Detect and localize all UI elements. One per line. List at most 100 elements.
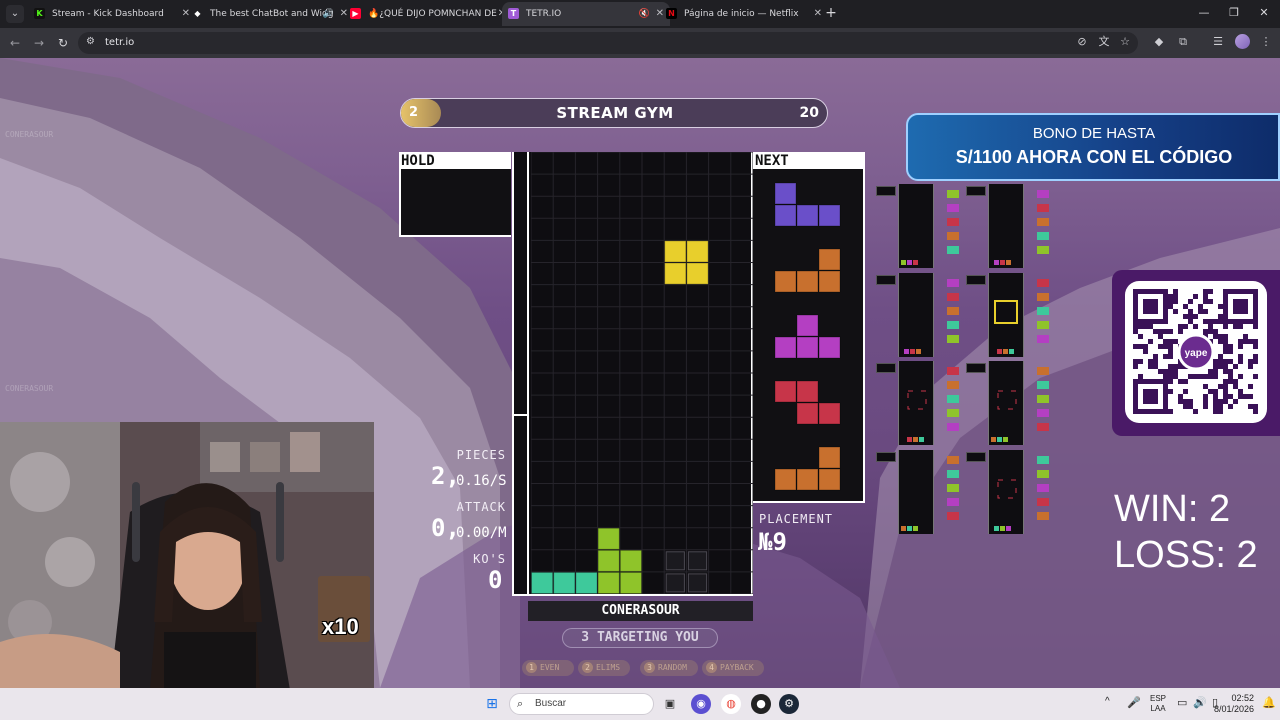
targeting-strategies: 1 EVEN 2 ELIMS 3 RANDOM 4 PAYBACK	[522, 660, 764, 676]
hold-box	[399, 169, 511, 237]
tab-netflix[interactable]: N Página de inicio — Netflix ✕	[660, 2, 828, 26]
chevron-up-icon[interactable]: ^	[1105, 696, 1110, 707]
notifications-bell-icon[interactable]: 🔔	[1262, 696, 1276, 709]
kos-label: KO'S	[473, 552, 506, 566]
yape-qr-code: yape	[1125, 281, 1267, 423]
tab-label: Página de inicio — Netflix	[684, 9, 799, 19]
bookmark-star-icon[interactable]: ☆	[1116, 33, 1134, 51]
stack-block	[575, 571, 598, 594]
playfield	[512, 152, 753, 596]
opponent-board[interactable]	[898, 450, 934, 534]
clock[interactable]: 02:52 8/01/2026	[1214, 693, 1254, 715]
stack-block	[619, 549, 643, 572]
opponent-next-queue	[944, 363, 964, 447]
tab-chatbot[interactable]: ◆ The best ChatBot and Widg 🔊 ✕	[186, 2, 354, 26]
discord-icon[interactable]: ◉	[691, 694, 711, 714]
obs-icon[interactable]: ●	[751, 694, 771, 714]
windows-start-icon[interactable]: ⊞	[482, 694, 502, 714]
search-icon: ⌕	[517, 697, 524, 710]
opponent-board[interactable]	[898, 273, 934, 357]
opponent-board[interactable]	[988, 273, 1024, 357]
close-window-icon[interactable]: ✕	[1254, 4, 1274, 22]
opponent-hold	[876, 363, 896, 373]
tab-kick-dashboard[interactable]: K Stream - Kick Dashboard ✕	[28, 2, 196, 26]
muted-speaker-icon[interactable]: 🔇	[639, 2, 650, 26]
steam-icon[interactable]: ⚙	[779, 694, 799, 714]
stack-block	[597, 549, 620, 572]
new-tab-icon[interactable]: +	[822, 4, 840, 22]
back-icon[interactable]: ←	[6, 34, 24, 52]
opponent-hold	[876, 186, 896, 196]
opponent-next-queue	[1034, 275, 1054, 359]
next-piece-t-block	[818, 336, 841, 359]
placement-value: №9	[758, 528, 787, 556]
strategy-elims-button[interactable]: 2 ELIMS	[578, 660, 630, 676]
kebab-menu-icon[interactable]: ⋮	[1257, 33, 1275, 51]
next-piece-l-block	[796, 468, 819, 491]
tab-label: The best ChatBot and Widg	[210, 9, 334, 19]
ghost-block	[665, 573, 685, 593]
next-pieces	[774, 182, 841, 491]
windows-taskbar: ⊞ ⌕ Buscar ▣ ◉ ◍ ● ⚙ ^ 🎤 ESP LAA ▭ 🔊 ▯ 02…	[0, 688, 1280, 720]
translate-icon[interactable]: 文	[1095, 33, 1113, 51]
emote-multiplier: x10	[322, 614, 359, 639]
next-piece-l-block	[818, 468, 841, 491]
attack-label: ATTACK	[456, 500, 506, 514]
opponent-board[interactable]	[898, 184, 934, 268]
opponent-hold	[966, 186, 986, 196]
tab-youtube[interactable]: ▶ 🔥¿QUÉ DIJO POMNCHAN DE ✕	[344, 2, 512, 26]
next-queue	[753, 169, 865, 503]
network-icon[interactable]: ▭	[1177, 696, 1187, 709]
reload-icon[interactable]: ↻	[54, 34, 72, 52]
reading-list-icon[interactable]: ☰	[1209, 33, 1227, 51]
hold-label: HOLD	[399, 152, 511, 170]
profile-avatar[interactable]	[1235, 34, 1250, 49]
tab-strip: ⌄ K Stream - Kick Dashboard ✕ ◆ The best…	[0, 0, 1280, 28]
minimize-icon[interactable]: —	[1194, 4, 1214, 22]
stack-block	[531, 571, 554, 594]
ghost-block	[687, 551, 708, 571]
targeting-count: 3 TARGETING YOU	[562, 628, 718, 648]
stack-block	[597, 571, 620, 594]
taskbar-search[interactable]: ⌕ Buscar	[509, 693, 654, 715]
tetrio-icon: T	[508, 8, 519, 19]
next-piece-j-block	[796, 204, 819, 227]
tab-search-icon[interactable]: ⌄	[6, 5, 24, 23]
board-cells	[531, 152, 753, 594]
next-piece-l-block	[774, 468, 797, 491]
opponent-board[interactable]	[898, 361, 934, 445]
tab-tetrio[interactable]: T TETR.IO 🔇 ✕	[502, 2, 670, 26]
microphone-icon[interactable]: 🎤	[1127, 696, 1141, 709]
restore-icon[interactable]: ❐	[1224, 4, 1244, 22]
strategy-payback-button[interactable]: 4 PAYBACK	[702, 660, 764, 676]
opponent-next-queue	[944, 275, 964, 359]
task-view-icon[interactable]: ▣	[660, 694, 680, 714]
falling-o-block	[664, 262, 687, 285]
kos-count: 0	[488, 566, 503, 594]
opponent-board[interactable]	[988, 450, 1024, 534]
close-icon[interactable]: ✕	[814, 2, 822, 26]
botrix-icon: ◆	[194, 9, 201, 18]
strategy-even-button[interactable]: 1 EVEN	[522, 660, 574, 676]
forward-icon[interactable]: →	[30, 34, 48, 52]
speaker-icon[interactable]: 🔊	[323, 2, 334, 26]
extension-diamond-icon[interactable]: ◆	[1150, 33, 1168, 51]
url-text[interactable]: tetr.io	[105, 32, 134, 54]
ghost-block	[687, 573, 708, 593]
opponent-board[interactable]	[988, 184, 1024, 268]
extensions-icon[interactable]: ⧉	[1174, 33, 1192, 51]
omnibox[interactable]: ⚙ tetr.io	[78, 32, 1138, 54]
win-count: WIN: 2	[1114, 488, 1231, 530]
chrome-icon[interactable]: ◍	[721, 694, 741, 714]
volume-icon[interactable]: 🔊	[1193, 696, 1207, 709]
netflix-icon: N	[666, 8, 677, 19]
strategy-random-button[interactable]: 3 RANDOM	[640, 660, 698, 676]
eye-off-icon[interactable]: ⊘	[1073, 33, 1091, 51]
pieces-label: PIECES	[456, 448, 506, 462]
tab-label: TETR.IO	[526, 9, 562, 19]
opponent-board[interactable]	[988, 361, 1024, 445]
next-piece-l-block	[796, 270, 819, 293]
site-info-icon[interactable]: ⚙	[86, 36, 95, 47]
language-indicator[interactable]: ESP LAA	[1150, 694, 1166, 714]
opponent-next-queue	[944, 452, 964, 536]
